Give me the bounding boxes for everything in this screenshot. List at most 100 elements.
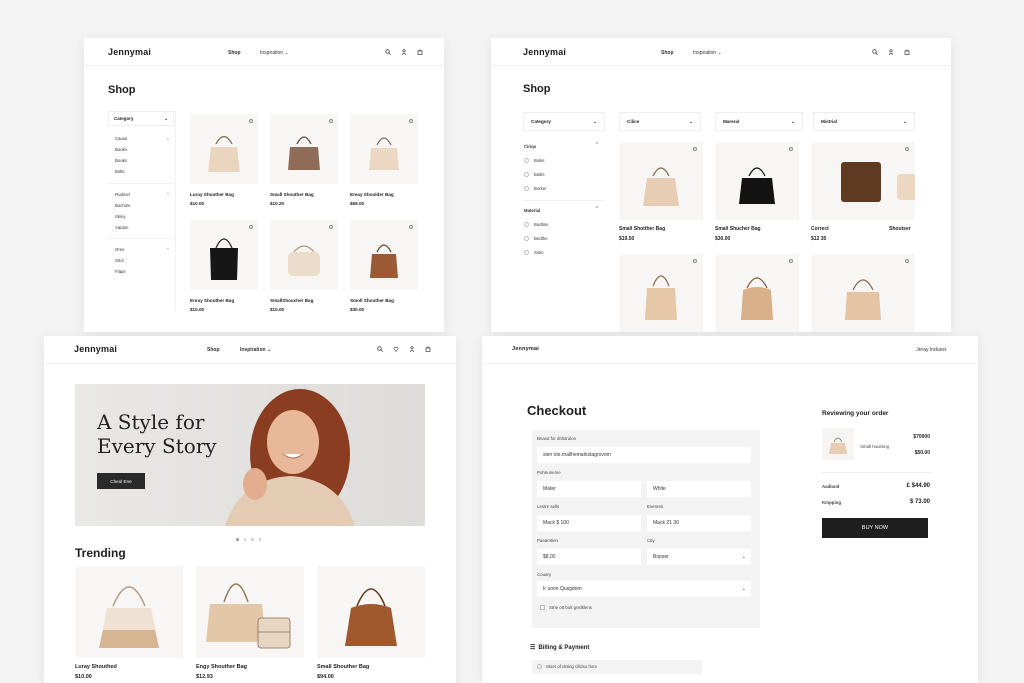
last-name-field[interactable]: White: [647, 481, 751, 497]
radio-button[interactable]: [524, 172, 529, 177]
filter-item[interactable]: Rudmel: [115, 192, 130, 197]
buy-now-button[interactable]: BUY NOW: [822, 518, 928, 538]
cart-icon[interactable]: [424, 345, 431, 352]
radio-button[interactable]: [537, 664, 542, 669]
nav-shop[interactable]: Shop: [661, 50, 674, 56]
product-card[interactable]: Small Shouther Bag $94.00: [317, 566, 425, 683]
postal-field[interactable]: $8.00: [537, 549, 641, 565]
chevron-up-icon[interactable]: ⌃: [595, 206, 599, 212]
favorite-icon[interactable]: [329, 119, 333, 123]
filter-item[interactable]: Cause: [115, 136, 127, 141]
product-card[interactable]: Smoll Shouther Bag $30.00: [350, 220, 418, 320]
address-value: Mack $ 100: [543, 520, 569, 526]
chevron-up-icon[interactable]: ⌃: [595, 142, 599, 148]
favorite-icon[interactable]: [409, 225, 413, 229]
favorite-icon[interactable]: [789, 147, 793, 151]
favorite-icon[interactable]: [693, 259, 697, 263]
favorite-icon[interactable]: [329, 225, 333, 229]
filter-item[interactable]: Aaidon: [115, 225, 128, 230]
heart-icon[interactable]: [392, 345, 399, 352]
cart-icon[interactable]: [903, 48, 910, 55]
expiry-field[interactable]: Mack 21 30: [647, 515, 751, 531]
hero-cta-button[interactable]: Cheol Ene: [97, 473, 145, 489]
nav-inspiration[interactable]: Inspiration ⌄: [260, 50, 289, 56]
product-card[interactable]: Luray Shouther Bag $10.00: [190, 114, 258, 214]
brand-logo[interactable]: Jennymai: [523, 47, 566, 57]
product-card[interactable]: [811, 254, 915, 332]
billing-same-checkbox[interactable]: [540, 605, 545, 610]
postal-value: $8.00: [543, 554, 556, 560]
radio-button[interactable]: [524, 158, 529, 163]
filter-item[interactable]: Bochine: [115, 203, 131, 208]
search-icon[interactable]: [871, 48, 878, 55]
nav-right-label[interactable]: Jeray Indusst: [916, 347, 946, 353]
product-card[interactable]: [715, 254, 799, 332]
product-card[interactable]: Engy Shouther Bag $12.93: [196, 566, 304, 683]
country-label: Couary: [537, 572, 552, 577]
product-card[interactable]: Luray Shouthed $10.00: [75, 566, 183, 683]
filter-group-title[interactable]: Material: [524, 208, 540, 213]
address-field[interactable]: Mack $ 100: [537, 515, 641, 531]
favorite-icon[interactable]: [789, 259, 793, 263]
chevron-down-icon: ⌄: [741, 554, 746, 560]
product-image: [811, 254, 915, 332]
product-card[interactable]: Ereay Shoulder Bag $58.00: [350, 114, 418, 214]
country-select[interactable]: Ir uoon Qusgdom ⌄: [537, 581, 751, 597]
nav-shop[interactable]: Shop: [207, 347, 220, 353]
user-icon[interactable]: [887, 48, 894, 55]
product-card[interactable]: Small Shotther Bag $19.50: [619, 142, 703, 252]
nav-inspiration[interactable]: Inspiration ⌄: [693, 50, 722, 56]
material-filter[interactable]: Mareral ⌄: [715, 112, 803, 131]
cart-icon[interactable]: [416, 48, 423, 55]
category-select[interactable]: Category ⌄: [108, 111, 174, 126]
carousel-dot[interactable]: [236, 538, 239, 541]
nav-inspiration[interactable]: Inspiration ⌄: [240, 347, 271, 353]
first-name-field[interactable]: Mater: [537, 481, 641, 497]
product-card[interactable]: [619, 254, 703, 332]
radio-button[interactable]: [524, 236, 529, 241]
email-field[interactable]: slen ote.mallhemalnstagrovom: [537, 447, 751, 463]
radio-button[interactable]: [524, 250, 529, 255]
search-icon[interactable]: [384, 48, 391, 55]
filter-group-title[interactable]: Ciriqs: [524, 144, 536, 149]
filter-item[interactable]: Ores: [115, 247, 124, 252]
material-filter-2[interactable]: Mistrial ⌄: [813, 112, 915, 131]
filter-item[interactable]: Books: [115, 158, 127, 163]
filter-item[interactable]: Books: [115, 147, 127, 152]
search-icon[interactable]: [376, 345, 383, 352]
radio-button[interactable]: [524, 222, 529, 227]
category-filter[interactable]: Category ⌄: [523, 112, 605, 131]
user-icon[interactable]: [408, 345, 415, 352]
city-select[interactable]: Bopser ⌄: [647, 549, 751, 565]
nav-shop[interactable]: Shop: [228, 50, 241, 56]
brand-logo[interactable]: Jennymai: [74, 344, 117, 354]
favorite-icon[interactable]: [905, 259, 909, 263]
product-card[interactable]: SmallShoucher Bag $10.00: [270, 220, 338, 320]
favorite-icon[interactable]: [905, 147, 909, 151]
billing-option[interactable]: Stset of dsting cilldso hom: [532, 660, 702, 674]
filter-item[interactable]: Flaps: [115, 269, 126, 274]
favorite-icon[interactable]: [409, 119, 413, 123]
carousel-dot[interactable]: [251, 538, 254, 541]
product-card[interactable]: Correct Shoutser $12 35: [811, 142, 917, 252]
brand-logo[interactable]: Jennymai: [512, 346, 539, 352]
product-price: $12.93: [196, 674, 213, 680]
favorite-icon[interactable]: [249, 225, 253, 229]
product-card[interactable]: Enray Shouther Bag $10.00: [190, 220, 258, 320]
product-card[interactable]: Small Shucher Bag $30.00: [715, 142, 799, 252]
carousel-dots: [236, 538, 261, 541]
filter-item[interactable]: Skiny: [115, 214, 126, 219]
carousel-dot[interactable]: [258, 538, 261, 541]
product-name: Ereay Shoulder Bag: [350, 192, 394, 197]
brand-logo[interactable]: Jennymai: [108, 47, 151, 57]
filter-option-label: Borker: [534, 186, 547, 191]
filter-item[interactable]: Shol: [115, 258, 124, 263]
product-card[interactable]: Small Shouther Bag $10.20: [270, 114, 338, 214]
favorite-icon[interactable]: [693, 147, 697, 151]
radio-button[interactable]: [524, 186, 529, 191]
favorite-icon[interactable]: [249, 119, 253, 123]
color-filter[interactable]: Cilice ⌄: [619, 112, 701, 131]
filter-item[interactable]: Bolts: [115, 169, 125, 174]
carousel-dot[interactable]: [243, 538, 246, 541]
user-icon[interactable]: [400, 48, 407, 55]
